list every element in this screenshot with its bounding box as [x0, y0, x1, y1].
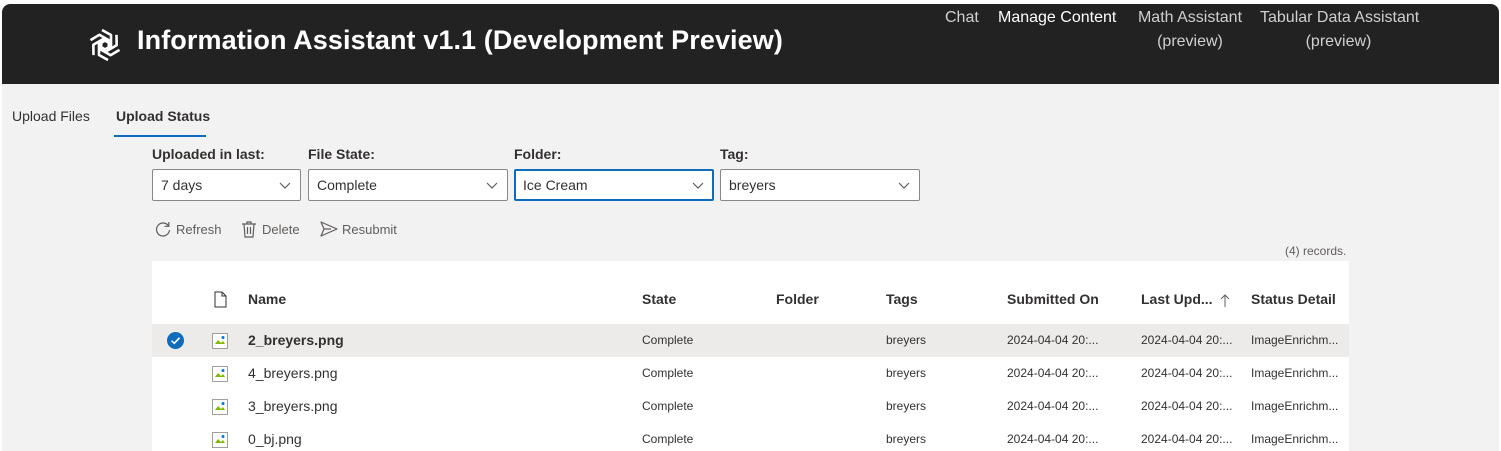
resubmit-label: Resubmit [342, 221, 397, 237]
nav-tabular-data-assistant[interactable]: Tabular Data Assistant (preview) [1260, 6, 1420, 54]
folder-filter-label: Folder: [514, 146, 562, 162]
folder-dropdown-value: Ice Cream [523, 177, 588, 193]
broken-image-icon [212, 333, 228, 349]
app-window: Information Assistant v1.1 (Development … [2, 4, 1499, 451]
file-state-filter-label: File State: [308, 146, 375, 162]
folder-dropdown[interactable]: Ice Cream [514, 169, 714, 201]
file-status-detail: ImageEnrichm... [1251, 366, 1339, 380]
file-state: Complete [642, 399, 694, 413]
file-type-icon [214, 291, 227, 308]
column-header-submitted-on[interactable]: Submitted On [1007, 291, 1099, 307]
uploaded-dropdown[interactable]: 7 days [152, 169, 301, 201]
chevron-down-icon [898, 182, 910, 189]
openai-logo-icon [89, 28, 121, 62]
file-tags: breyers [886, 399, 927, 413]
file-updated: 2024-04-04 20:... [1141, 366, 1233, 380]
nav-chat-label: Chat [945, 9, 979, 26]
file-state: Complete [642, 333, 694, 347]
nav-manage-content[interactable]: Manage Content [998, 6, 1116, 30]
app-title: Information Assistant v1.1 (Development … [137, 25, 783, 55]
app-header: Information Assistant v1.1 (Development … [2, 4, 1499, 84]
column-header-folder[interactable]: Folder [776, 291, 819, 307]
column-header-status-detail[interactable]: Status Detail [1251, 291, 1336, 307]
file-tags: breyers [886, 333, 927, 347]
file-name[interactable]: 2_breyers.png [248, 332, 344, 348]
refresh-button[interactable]: Refresh [153, 218, 222, 240]
tab-upload-status[interactable]: Upload Status [116, 108, 210, 124]
table-row[interactable]: 2_breyers.png Complete breyers 2024-04-0… [152, 324, 1349, 357]
file-tags: breyers [886, 366, 927, 380]
column-header-last-updated[interactable]: Last Upd... [1141, 291, 1213, 307]
file-status-detail: ImageEnrichm... [1251, 432, 1339, 446]
chevron-down-icon [692, 182, 704, 189]
records-count: (4) records. [1285, 244, 1347, 258]
nav-manage-content-label: Manage Content [998, 9, 1117, 26]
file-submitted: 2024-04-04 20:... [1007, 399, 1099, 413]
send-icon [320, 221, 338, 237]
file-state: Complete [642, 432, 694, 446]
tag-filter-label: Tag: [720, 146, 749, 162]
nav-tabular-label: Tabular Data Assistant [1260, 9, 1420, 26]
chevron-down-icon [486, 182, 498, 189]
table-row[interactable]: 4_breyers.png Complete breyers 2024-04-0… [152, 357, 1349, 390]
broken-image-icon [212, 399, 228, 415]
nav-tabular-sub: (preview) [1305, 33, 1372, 50]
uploaded-dropdown-value: 7 days [161, 177, 203, 193]
nav-math-assistant[interactable]: Math Assistant (preview) [1137, 6, 1243, 54]
chevron-down-icon [279, 182, 291, 189]
broken-image-icon [212, 366, 228, 382]
file-updated: 2024-04-04 20:... [1141, 399, 1233, 413]
delete-label: Delete [262, 221, 300, 237]
checkmark-icon[interactable] [167, 332, 184, 349]
resubmit-button[interactable]: Resubmit [319, 218, 397, 240]
table-row[interactable]: 0_bj.png Complete breyers 2024-04-04 20:… [152, 423, 1349, 451]
file-state-dropdown[interactable]: Complete [308, 169, 508, 201]
file-name[interactable]: 4_breyers.png [248, 365, 338, 381]
file-status-detail: ImageEnrichm... [1251, 399, 1339, 413]
broken-image-icon [212, 432, 228, 448]
refresh-label: Refresh [176, 221, 222, 237]
file-updated: 2024-04-04 20:... [1141, 333, 1233, 347]
trash-icon [242, 221, 256, 238]
files-table: Name State Folder Tags Submitted On Last… [152, 261, 1349, 451]
file-updated: 2024-04-04 20:... [1141, 432, 1233, 446]
nav-math-assistant-label: Math Assistant [1137, 9, 1243, 26]
uploaded-filter-label: Uploaded in last: [152, 146, 265, 162]
delete-button[interactable]: Delete [239, 218, 300, 240]
file-status-detail: ImageEnrichm... [1251, 333, 1339, 347]
column-header-state[interactable]: State [642, 291, 676, 307]
file-tags: breyers [886, 432, 927, 446]
active-tab-indicator [114, 135, 206, 137]
refresh-icon [155, 222, 171, 237]
file-submitted: 2024-04-04 20:... [1007, 432, 1099, 446]
file-name[interactable]: 0_bj.png [248, 431, 302, 447]
nav-math-assistant-sub: (preview) [1157, 33, 1223, 50]
nav-chat[interactable]: Chat [945, 6, 979, 30]
file-name[interactable]: 3_breyers.png [248, 398, 338, 414]
sort-ascending-icon [1220, 294, 1230, 307]
file-state: Complete [642, 366, 694, 380]
column-header-tags[interactable]: Tags [886, 291, 918, 307]
file-submitted: 2024-04-04 20:... [1007, 366, 1099, 380]
file-state-dropdown-value: Complete [317, 177, 377, 193]
table-row[interactable]: 3_breyers.png Complete breyers 2024-04-0… [152, 390, 1349, 423]
tag-dropdown[interactable]: breyers [720, 169, 920, 201]
tag-dropdown-value: breyers [729, 177, 776, 193]
file-submitted: 2024-04-04 20:... [1007, 333, 1099, 347]
tab-upload-files[interactable]: Upload Files [12, 108, 90, 124]
column-header-name[interactable]: Name [248, 291, 286, 307]
